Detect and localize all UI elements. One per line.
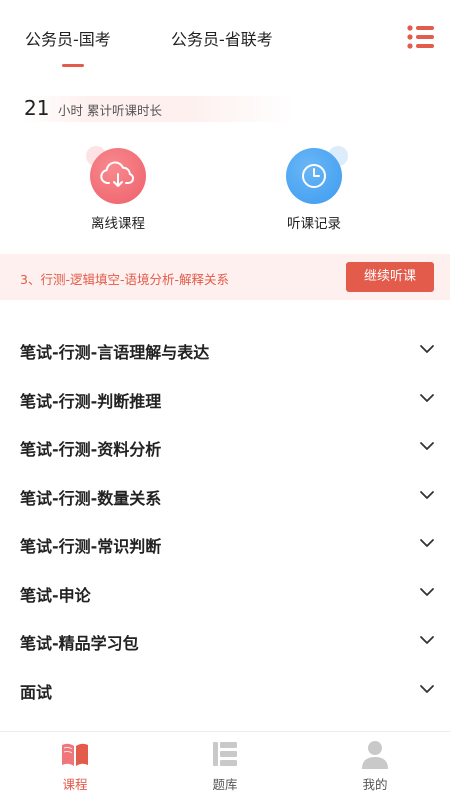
course-label: 笔试-行测-言语理解与表达 (20, 343, 210, 362)
chevron-down-icon (420, 684, 434, 693)
continue-learning-banner: 3、行测-逻辑填空-语境分析-解释关系 继续听课 (0, 254, 450, 300)
course-label: 面试 (20, 682, 53, 702)
course-item-quantitative[interactable]: 笔试-行测-数量关系 (0, 472, 450, 521)
menu-button[interactable] (407, 24, 435, 50)
course-label: 笔试-行测-常识判断 (20, 537, 162, 556)
offline-courses-button[interactable]: 离线课程 (68, 146, 168, 238)
nav-courses[interactable]: 课程 (0, 732, 150, 800)
chevron-down-icon (420, 636, 434, 644)
chevron-down-icon (420, 442, 434, 450)
list-menu-icon (407, 25, 434, 49)
tab-provincial-exam[interactable]: 公务员-省联考 (171, 26, 273, 50)
cloud-download-icon (100, 161, 135, 187)
nav-mine[interactable]: 我的 (300, 732, 450, 800)
course-label: 笔试-行测-判断推理 (20, 391, 162, 411)
listen-hours-summary: 21 小时 累计听课时长 (24, 96, 294, 122)
course-item-interview[interactable]: 面试 (0, 666, 450, 715)
book-icon (62, 743, 88, 766)
course-label: 笔试-申论 (20, 585, 91, 605)
nav-courses-label: 课程 (62, 777, 88, 792)
listen-history-label: 听课记录 (287, 216, 341, 232)
offline-icon-circle (90, 148, 146, 204)
tab-national-exam[interactable]: 公务员-国考 (25, 26, 111, 50)
bottom-nav-bar: 课程 题库 我的 (0, 731, 450, 800)
listen-history-button[interactable]: 听课记录 (264, 146, 364, 238)
question-bank-icon (213, 742, 237, 766)
active-tab-indicator (62, 64, 84, 67)
last-lesson-text[interactable]: 3、行测-逻辑填空-语境分析-解释关系 (20, 269, 229, 288)
user-icon (362, 741, 388, 769)
clock-icon (302, 164, 326, 188)
chevron-down-icon (420, 539, 434, 547)
chevron-down-icon (420, 393, 434, 402)
nav-question-bank-label: 题库 (212, 777, 238, 792)
nav-question-bank[interactable]: 题库 (150, 732, 300, 800)
course-label: 笔试-精品学习包 (20, 634, 139, 653)
history-icon-circle (286, 148, 342, 204)
course-label: 笔试-行测-数量关系 (20, 488, 162, 508)
course-label: 笔试-行测-资料分析 (20, 440, 162, 459)
continue-listening-button[interactable]: 继续听课 (346, 262, 434, 292)
offline-courses-label: 离线课程 (91, 216, 145, 232)
course-item-common-sense[interactable]: 笔试-行测-常识判断 (0, 520, 450, 569)
course-item-essay[interactable]: 笔试-申论 (0, 569, 450, 618)
course-item-study-pack[interactable]: 笔试-精品学习包 (0, 617, 450, 666)
course-item-reasoning[interactable]: 笔试-行测-判断推理 (0, 375, 450, 424)
course-list: 笔试-行测-言语理解与表达 笔试-行测-判断推理 笔试-行测-资料分析 笔试-行… (0, 326, 450, 714)
course-item-verbal[interactable]: 笔试-行测-言语理解与表达 (0, 326, 450, 375)
chevron-down-icon (420, 490, 434, 499)
listen-hours-label: 小时 累计听课时长 (58, 103, 162, 118)
course-item-data-analysis[interactable]: 笔试-行测-资料分析 (0, 423, 450, 472)
chevron-down-icon (420, 587, 434, 596)
nav-mine-label: 我的 (362, 777, 388, 792)
top-tab-bar: 公务员-国考 公务员-省联考 (0, 0, 450, 80)
chevron-down-icon (420, 345, 434, 353)
listen-hours-value: 21 (24, 96, 50, 120)
